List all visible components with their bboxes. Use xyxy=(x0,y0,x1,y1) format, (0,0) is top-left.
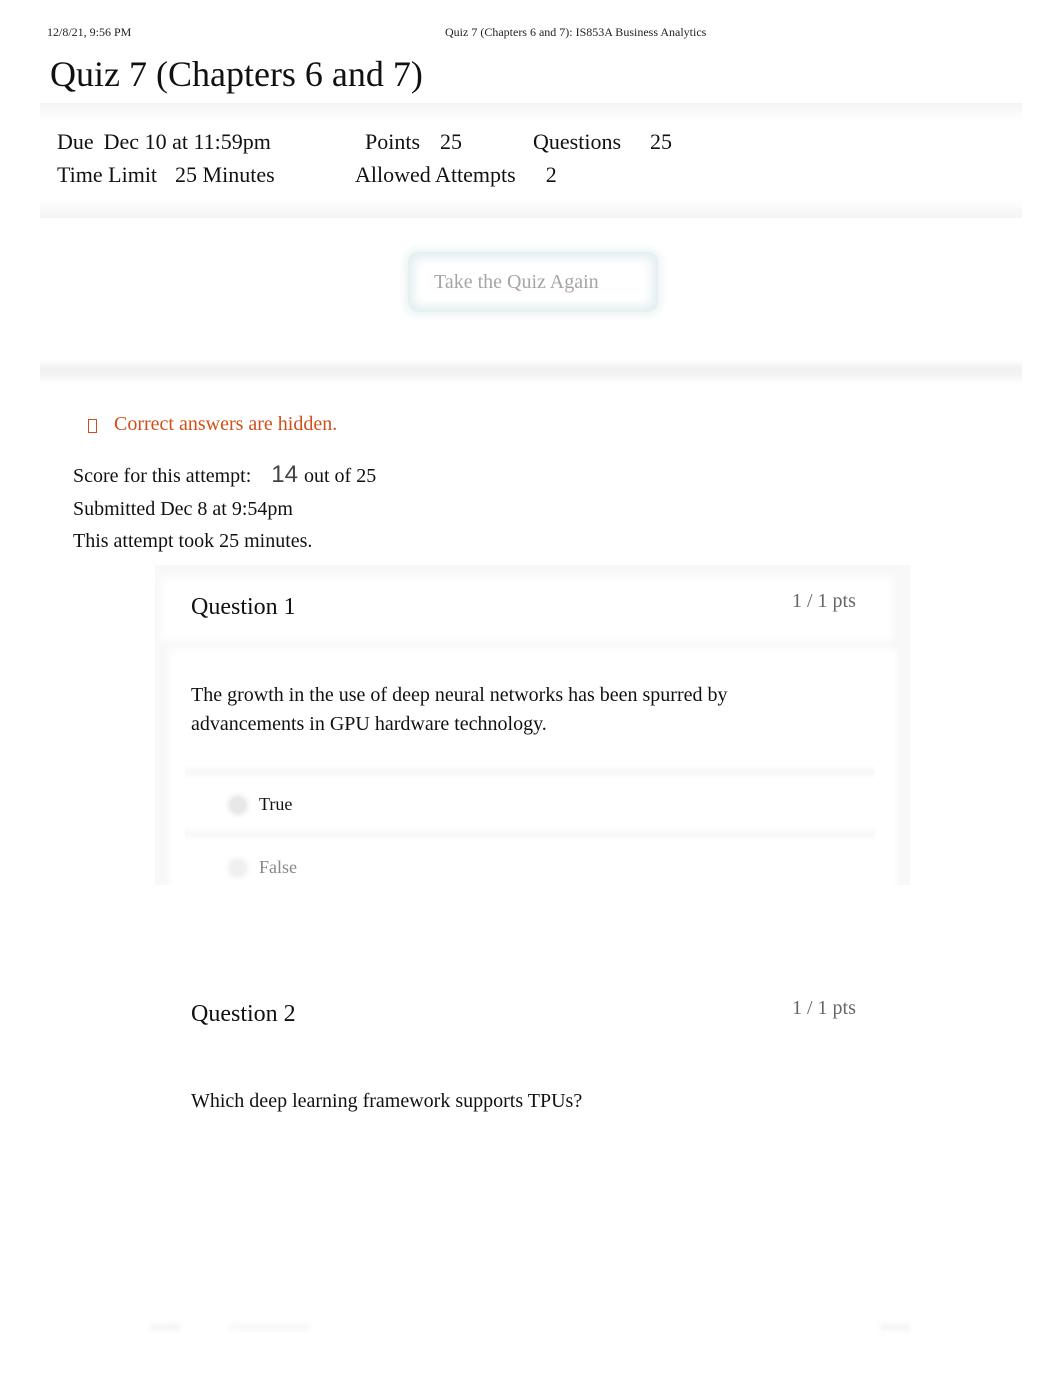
page-footer-artifact xyxy=(880,1323,910,1331)
quiz-details xyxy=(40,103,1022,218)
section-divider xyxy=(40,360,1022,384)
question-text: Which deep learning framework supports T… xyxy=(191,1090,583,1112)
time-limit-detail: Time Limit 25 Minutes xyxy=(57,162,275,188)
allowed-attempts-detail: Allowed Attempts 2 xyxy=(355,162,557,188)
page-footer-artifact xyxy=(150,1323,180,1331)
question-points: 1 / 1 pts xyxy=(792,590,856,612)
print-header: 12/8/21, 9:56 PM Quiz 7 (Chapters 6 and … xyxy=(0,25,1062,41)
questions-detail: Questions 25 xyxy=(533,129,672,155)
due-label: Due xyxy=(57,129,94,154)
print-page-title: Quiz 7 (Chapters 6 and 7): IS853A Busine… xyxy=(445,25,707,39)
info-box-icon xyxy=(88,419,97,433)
allowed-attempts-label: Allowed Attempts xyxy=(355,162,516,187)
time-limit-label: Time Limit xyxy=(57,162,158,187)
attempt-duration: This attempt took 25 minutes. xyxy=(73,530,313,552)
answer-option-true[interactable]: True xyxy=(230,794,292,815)
due-detail: Due Dec 10 at 11:59pm xyxy=(57,129,271,155)
page-title: Quiz 7 (Chapters 6 and 7) xyxy=(50,54,423,94)
points-label: Points xyxy=(365,129,421,154)
question-points: 1 / 1 pts xyxy=(792,997,856,1019)
score-suffix: out of 25 xyxy=(304,465,377,487)
question-text: The growth in the use of deep neural net… xyxy=(191,684,728,735)
answer-option-false[interactable]: False xyxy=(230,857,297,878)
answer-divider xyxy=(185,765,875,779)
score-label: Score for this attempt: xyxy=(73,465,252,487)
due-value: Dec 10 at 11:59pm xyxy=(103,129,271,154)
question-title: Question 2 xyxy=(191,1001,296,1027)
answer-label: True xyxy=(259,794,293,814)
radio-selected-icon[interactable] xyxy=(230,797,246,813)
questions-value: 25 xyxy=(650,129,672,154)
radio-unselected-icon[interactable] xyxy=(230,860,246,876)
attempt-submitted: Submitted Dec 8 at 9:54pm xyxy=(73,498,293,520)
take-quiz-again-button[interactable]: Take the Quiz Again xyxy=(408,252,658,312)
question-title: Question 1 xyxy=(191,594,296,620)
points-detail: Points 25 xyxy=(365,129,462,155)
answer-label: False xyxy=(259,857,297,877)
questions-label: Questions xyxy=(533,129,621,154)
points-value: 25 xyxy=(440,129,463,154)
score-value: 14 xyxy=(271,461,298,488)
page-footer-artifact xyxy=(230,1323,310,1331)
print-date: 12/8/21, 9:56 PM xyxy=(47,25,132,39)
allowed-attempts-value: 2 xyxy=(545,162,557,187)
answer-divider xyxy=(185,827,875,841)
notice-text: Correct answers are hidden. xyxy=(114,413,338,435)
time-limit-value: 25 Minutes xyxy=(175,162,275,187)
attempt-score: Score for this attempt: 14 out of 25 xyxy=(73,461,376,489)
correct-answers-hidden-notice: Correct answers are hidden. xyxy=(88,413,337,436)
